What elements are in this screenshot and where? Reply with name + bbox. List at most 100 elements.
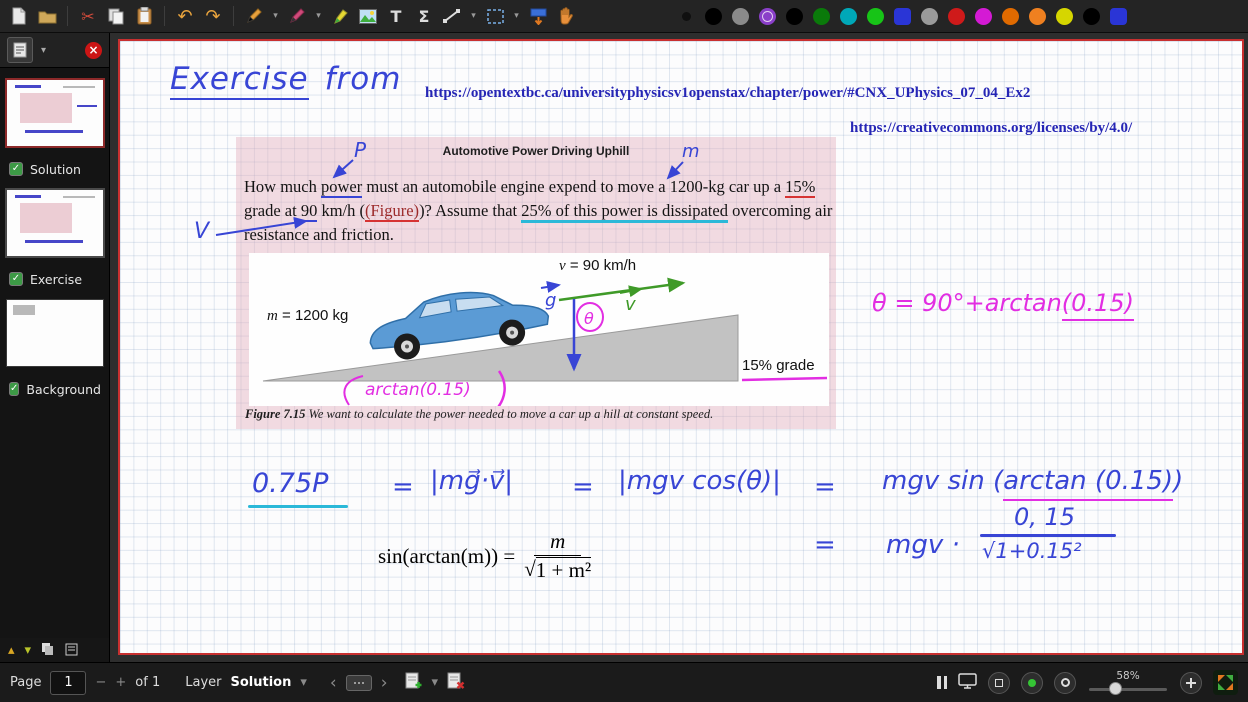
color-swatch[interactable] [813, 8, 830, 25]
color-swatch[interactable] [705, 8, 722, 25]
checkbox-checked-icon[interactable]: ✓ [9, 382, 19, 396]
presentation-icon[interactable] [958, 673, 977, 693]
color-swatch[interactable] [840, 8, 857, 25]
equals-sign: = [392, 472, 414, 502]
color-swatch[interactable] [894, 8, 911, 25]
arctan-annotation: arctan(0.15) [365, 380, 471, 400]
color-swatch[interactable] [975, 8, 992, 25]
checkbox-checked-icon[interactable]: ✓ [9, 162, 23, 176]
layer-label: Solution [30, 162, 81, 177]
marker-tool-icon[interactable] [284, 3, 310, 29]
redo-icon[interactable]: ↷ [200, 3, 226, 29]
green-dot-circle-icon[interactable] [1021, 672, 1043, 694]
figure-link[interactable]: (Figure) [365, 201, 419, 222]
zoom-slider-handle[interactable] [1109, 682, 1122, 695]
heading-word: from [325, 61, 402, 97]
pause-icon[interactable] [937, 676, 947, 689]
page-label: Page [10, 675, 41, 690]
color-swatch[interactable] [1056, 8, 1073, 25]
color-swatch[interactable] [786, 8, 803, 25]
zoom-slider-track[interactable] [1089, 688, 1167, 691]
color-swatch[interactable] [948, 8, 965, 25]
pointer-circle-icon[interactable] [988, 672, 1010, 694]
shape-recognizer-icon[interactable] [439, 3, 465, 29]
select-dropdown-icon[interactable]: ▾ [510, 3, 523, 29]
pattern-swatch[interactable] [759, 8, 776, 25]
toolbar-separator [233, 6, 234, 26]
toolbar-separator [67, 6, 68, 26]
handwritten-heading: Exercise from [170, 61, 401, 97]
pen-tool-icon[interactable] [241, 3, 267, 29]
source-link[interactable]: https://opentextbc.ca/universityphysicsv… [425, 85, 1030, 102]
color-palette [677, 8, 1132, 25]
cut-icon[interactable]: ✂ [75, 3, 101, 29]
keyboard-icon[interactable] [346, 675, 372, 691]
add-layer-dropdown-icon[interactable]: ▾ [432, 675, 439, 690]
new-document-icon[interactable] [6, 3, 32, 29]
page-thumbnail[interactable] [7, 80, 103, 146]
page-increment-icon[interactable]: + [115, 675, 126, 690]
color-swatch[interactable] [682, 12, 691, 21]
shape-dropdown-icon[interactable]: ▾ [467, 3, 480, 29]
layer-row-solution[interactable]: ✓ Solution [0, 160, 109, 178]
problem-text-line3: resistance and friction. [244, 223, 832, 247]
page-number-input[interactable]: 1 [50, 671, 86, 695]
equation-term-cos: |mgv cos(θ)| [618, 466, 781, 496]
underlined-speed: 90 [301, 201, 318, 222]
layer-select[interactable]: Solution [230, 675, 291, 690]
checkbox-checked-icon[interactable]: ✓ [9, 272, 23, 286]
color-swatch[interactable] [1110, 8, 1127, 25]
highlighter-tool-icon[interactable] [327, 3, 353, 29]
color-swatch[interactable] [867, 8, 884, 25]
delete-layer-icon[interactable] [447, 671, 465, 694]
license-link[interactable]: https://creativecommons.org/licenses/by/… [850, 120, 1132, 137]
marker-dropdown-icon[interactable]: ▾ [312, 3, 325, 29]
open-folder-icon[interactable] [34, 3, 60, 29]
layer-label: Layer [185, 675, 221, 690]
figure-diagram: v = 90 km/h m = 1200 kg 15% grade g θ v … [249, 253, 829, 406]
layer-dropdown-icon[interactable]: ▾ [300, 675, 307, 690]
math-tex-icon[interactable]: Σ [411, 3, 437, 29]
layer-thumbnail-exercise[interactable] [7, 300, 103, 366]
close-sidebar-icon[interactable]: × [85, 42, 102, 59]
layer-row-exercise[interactable]: ✓ Exercise [0, 270, 109, 288]
vertical-space-icon[interactable] [525, 3, 551, 29]
color-swatch[interactable] [1002, 8, 1019, 25]
angle-right-icon[interactable]: › [381, 673, 388, 693]
incline-diagram: v = 90 km/h m = 1200 kg 15% grade g θ v … [249, 253, 829, 406]
equals-sign: = [814, 530, 836, 560]
color-swatch[interactable] [1029, 8, 1046, 25]
merge-layer-icon[interactable] [65, 641, 79, 660]
caption-label: Figure 7.15 [245, 407, 305, 421]
layer-thumbnail-solution[interactable] [7, 190, 103, 256]
move-layer-down-icon[interactable]: ▾ [25, 644, 32, 657]
select-rect-icon[interactable] [482, 3, 508, 29]
sidebar-dropdown-icon[interactable]: ▾ [41, 45, 46, 56]
canvas-area[interactable]: Exercise from https://opentextbc.ca/unive… [110, 33, 1248, 662]
pen-dropdown-icon[interactable]: ▾ [269, 3, 282, 29]
undo-icon[interactable]: ↶ [172, 3, 198, 29]
zoom-slider[interactable] [1089, 682, 1167, 696]
insert-image-icon[interactable] [355, 3, 381, 29]
document-page[interactable]: Exercise from https://opentextbc.ca/unive… [118, 39, 1244, 655]
duplicate-layer-icon[interactable] [41, 641, 55, 660]
color-swatch[interactable] [1083, 8, 1100, 25]
angle-left-icon[interactable]: ‹ [330, 673, 337, 693]
add-layer-icon[interactable] [405, 671, 423, 694]
equation-term-mgv: mgv · [886, 530, 960, 560]
color-swatch[interactable] [921, 8, 938, 25]
hand-tool-icon[interactable] [553, 3, 579, 29]
copy-icon[interactable] [103, 3, 129, 29]
move-layer-up-icon[interactable]: ▴ [8, 644, 15, 657]
page-decrement-icon[interactable]: − [95, 675, 106, 690]
fullscreen-icon[interactable] [1213, 670, 1238, 695]
layer-panel-icon[interactable] [7, 37, 33, 63]
zoom-fit-circle-icon[interactable] [1180, 672, 1202, 694]
color-swatch[interactable] [732, 8, 749, 25]
heading-word: Exercise [170, 61, 309, 100]
ring-circle-icon[interactable] [1054, 672, 1076, 694]
text-tool-icon[interactable]: T [383, 3, 409, 29]
problem-box: Automotive Power Driving Uphill How much… [236, 137, 836, 429]
layer-row-background[interactable]: ✓ Background [0, 380, 109, 398]
paste-icon[interactable] [131, 3, 157, 29]
